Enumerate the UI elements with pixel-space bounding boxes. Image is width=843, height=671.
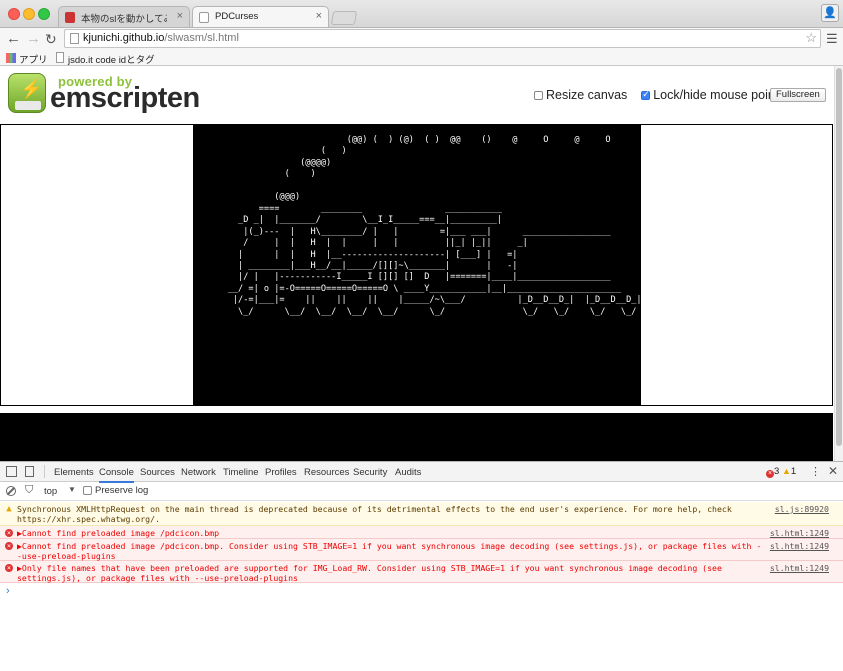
tab-close-icon[interactable]: × <box>316 10 322 22</box>
tab-close-icon[interactable]: × <box>177 10 183 22</box>
page-content: ⚡ powered by emscripten Resize canvas Lo… <box>0 66 843 461</box>
clear-console-icon[interactable] <box>6 486 16 496</box>
message-text[interactable]: Synchronous XMLHttpRequest on the main t… <box>17 504 762 524</box>
tab-elements[interactable]: Elements <box>54 467 94 478</box>
page-icon <box>56 52 64 63</box>
message-text[interactable]: ▶Only file names that have been preloade… <box>17 563 762 583</box>
minimize-window-button[interactable] <box>23 8 35 20</box>
terminal-output: (@@) ( ) (@) ( ) @@ () @ O @ O ( ) (@@@@… <box>227 135 641 317</box>
emscripten-logo[interactable]: ⚡ powered by emscripten <box>6 70 200 120</box>
output-area <box>0 413 833 461</box>
console-error: × ▶Cannot find preloaded image /pdcicon.… <box>0 526 843 539</box>
error-count: 3 <box>774 466 780 477</box>
tab-security[interactable]: Security <box>353 467 387 478</box>
message-source-link[interactable]: sl.html:1249 <box>770 541 829 551</box>
canvas-container: (@@) ( ) (@) ( ) @@ () @ O @ O ( ) (@@@@… <box>0 124 833 406</box>
console-warning: ▲ Synchronous XMLHttpRequest on the main… <box>0 502 843 526</box>
window-titlebar: 本物のslを動かしてみた - jsdo × PDCurses × 👤 <box>0 0 843 29</box>
message-source-link[interactable]: sl.html:1249 <box>770 528 829 538</box>
error-icon: × <box>5 564 13 572</box>
warning-icon: ▲ <box>781 466 791 476</box>
page-scrollbar[interactable] <box>834 66 843 461</box>
bookmark-star-icon[interactable]: ☆ <box>805 30 817 46</box>
back-arrow-icon[interactable]: ← <box>6 29 21 49</box>
close-window-button[interactable] <box>8 8 20 20</box>
resize-canvas-label: Resize canvas <box>546 88 628 102</box>
error-icon: × <box>5 529 13 537</box>
resize-canvas-option[interactable]: Resize canvas <box>534 88 627 102</box>
bookmark-label: jsdo.it code idとタグ <box>68 55 155 66</box>
device-mode-icon[interactable] <box>25 466 34 477</box>
emscripten-badge-icon: ⚡ <box>8 73 46 113</box>
emscripten-canvas[interactable]: (@@) ( ) (@) ( ) @@ () @ O @ O ( ) (@@@@… <box>193 125 641 405</box>
tab-title: PDCurses <box>215 11 259 22</box>
canvas-controls: Resize canvas Lock/hide mouse pointer <box>534 88 789 103</box>
browser-tab-pdcurses[interactable]: PDCurses × <box>192 6 329 29</box>
chevron-down-icon[interactable]: ▼ <box>68 485 76 494</box>
tab-title: 本物のslを動かしてみた - jsdo <box>81 14 167 25</box>
message-counts[interactable]: × 3 ▲1 <box>766 466 796 478</box>
bookmark-label: アプリ <box>19 55 48 66</box>
apps-icon <box>6 53 16 63</box>
tab-console[interactable]: Console <box>99 467 134 483</box>
console-prompt[interactable]: › <box>6 585 10 597</box>
devtools-tabbar: Elements Console Sources Network Timelin… <box>0 462 843 483</box>
profile-icon[interactable]: 👤 <box>821 4 839 22</box>
error-icon: × <box>766 470 774 478</box>
console-toolbar: ⛉ top ▼ Preserve log <box>0 482 843 501</box>
message-text[interactable]: ▶Cannot find preloaded image /pdcicon.bm… <box>17 541 762 561</box>
more-options-icon[interactable]: ⋮ <box>810 465 821 478</box>
jsdo-favicon-icon <box>65 12 75 23</box>
tab-audits[interactable]: Audits <box>395 467 421 478</box>
close-devtools-icon[interactable]: ✕ <box>828 464 838 478</box>
lock-pointer-label: Lock/hide mouse pointer <box>653 88 790 102</box>
inspect-element-icon[interactable] <box>6 466 17 477</box>
warning-icon: ▲ <box>6 504 12 514</box>
url-host: kjunichi.github.io <box>83 32 165 44</box>
tab-network[interactable]: Network <box>181 467 216 478</box>
message-source-link[interactable]: sl.js:89920 <box>775 504 829 514</box>
filter-icon[interactable]: ⛉ <box>25 484 33 497</box>
tab-timeline[interactable]: Timeline <box>223 467 259 478</box>
reload-icon[interactable]: ↻ <box>45 29 57 49</box>
browser-toolbar: ← → ↻ kjunichi.github.io/slwasm/sl.html … <box>0 27 843 49</box>
console-error: × ▶Cannot find preloaded image /pdcicon.… <box>0 539 843 561</box>
browser-tab-jsdo[interactable]: 本物のslを動かしてみた - jsdo × <box>58 6 190 28</box>
preserve-log-option[interactable]: Preserve log <box>83 485 148 496</box>
scrollbar-thumb[interactable] <box>836 68 842 446</box>
message-text[interactable]: ▶Cannot find preloaded image /pdcicon.bm… <box>17 528 762 538</box>
resize-canvas-checkbox[interactable] <box>534 90 543 100</box>
page-icon <box>70 33 79 44</box>
divider <box>44 465 45 478</box>
warning-count: 1 <box>790 466 797 477</box>
logo-brand: emscripten <box>50 82 200 114</box>
bookmark-apps[interactable]: アプリ <box>6 52 48 66</box>
maximize-window-button[interactable] <box>38 8 50 20</box>
tab-resources[interactable]: Resources <box>304 467 349 478</box>
url-path: /slwasm/sl.html <box>164 32 239 44</box>
address-bar[interactable]: kjunichi.github.io/slwasm/sl.html ☆ <box>64 29 821 48</box>
message-source-link[interactable]: sl.html:1249 <box>770 563 829 573</box>
tab-sources[interactable]: Sources <box>140 467 175 478</box>
bookmarks-bar: アプリ jsdo.it code idとタグ <box>0 49 843 66</box>
forward-arrow-icon[interactable]: → <box>26 29 41 49</box>
error-icon: × <box>5 542 13 550</box>
fullscreen-button[interactable]: Fullscreen <box>770 88 826 102</box>
lock-pointer-checkbox[interactable] <box>641 89 651 100</box>
devtools-panel: Elements Console Sources Network Timelin… <box>0 461 843 671</box>
menu-icon[interactable]: ☰ <box>826 31 838 47</box>
bookmark-jsdo[interactable]: jsdo.it code idとタグ <box>56 52 155 66</box>
page-favicon-icon <box>199 12 209 23</box>
context-select[interactable]: top <box>44 486 57 497</box>
tab-profiles[interactable]: Profiles <box>265 467 297 478</box>
lock-pointer-option[interactable]: Lock/hide mouse pointer <box>641 88 789 102</box>
console-error: × ▶Only file names that have been preloa… <box>0 561 843 583</box>
preserve-log-label: Preserve log <box>95 485 149 496</box>
new-tab-button[interactable] <box>330 11 358 25</box>
preserve-log-checkbox[interactable] <box>83 486 92 495</box>
